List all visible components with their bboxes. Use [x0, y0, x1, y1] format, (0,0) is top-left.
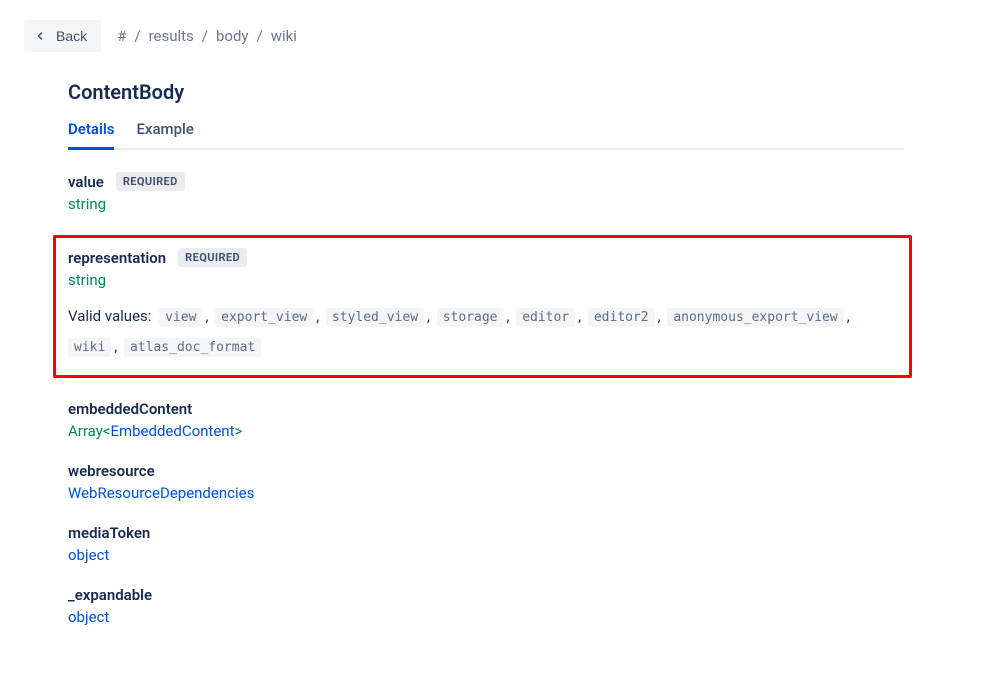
breadcrumb-item[interactable]: # — [117, 27, 126, 45]
valid-value-chip: wiki — [68, 338, 111, 357]
valid-values: Valid values: view, export_view, styled_… — [68, 301, 897, 361]
valid-value-chip: editor — [516, 308, 575, 327]
tab-details[interactable]: Details — [68, 120, 114, 150]
required-badge: REQUIRED — [116, 172, 185, 191]
property-name: webresource — [68, 462, 155, 480]
header-row: Back # / results / body / wiki — [24, 20, 975, 52]
valid-value-chip: editor2 — [588, 308, 655, 327]
valid-value-chip: atlas_doc_format — [124, 338, 261, 357]
property-type[interactable]: Array<EmbeddedContent> — [68, 422, 904, 440]
required-badge: REQUIRED — [178, 248, 247, 267]
property-name: representation — [68, 249, 166, 267]
chevron-left-icon — [34, 30, 46, 42]
property-_expandable: _expandableobject — [68, 586, 904, 626]
tab-example[interactable]: Example — [136, 120, 193, 150]
breadcrumb-separator: / — [134, 27, 140, 45]
property-webresource: webresource WebResourceDependencies — [68, 462, 904, 502]
back-button[interactable]: Back — [24, 20, 101, 52]
page-title: ContentBody — [68, 80, 904, 104]
property-header: mediaToken — [68, 524, 904, 542]
property-header: webresource — [68, 462, 904, 480]
valid-value-chip: export_view — [215, 308, 313, 327]
property-name: _expandable — [68, 586, 152, 604]
property-embeddedContent: embeddedContent Array<EmbeddedContent> — [68, 400, 904, 440]
property-header: representation REQUIRED — [68, 248, 897, 267]
property-name: value — [68, 173, 104, 191]
property-type[interactable]: WebResourceDependencies — [68, 484, 904, 502]
property-representation: representation REQUIRED string Valid values… — [53, 235, 912, 378]
back-button-label: Back — [56, 28, 87, 44]
property-type[interactable]: object — [68, 608, 904, 626]
property-name: mediaToken — [68, 524, 150, 542]
property-mediaToken: mediaToken object — [68, 524, 904, 564]
property-name: embeddedContent — [68, 400, 192, 418]
content-panel: ContentBody Details Example value REQUIRED… — [24, 80, 904, 626]
breadcrumb: # / results / body / wiki — [117, 27, 297, 45]
property-type[interactable]: object — [68, 546, 904, 564]
tabs: Details Example — [68, 120, 904, 150]
breadcrumb-separator: / — [202, 27, 208, 45]
breadcrumb-item[interactable]: body — [216, 27, 249, 45]
breadcrumb-separator: / — [257, 27, 263, 45]
valid-value-chip: styled_view — [326, 308, 424, 327]
property-type: string — [68, 195, 904, 213]
valid-values-label: Valid values: — [68, 307, 155, 325]
property-header: embeddedContent — [68, 400, 904, 418]
breadcrumb-item[interactable]: wiki — [271, 27, 297, 45]
valid-value-chip: storage — [437, 308, 504, 327]
properties-list: value REQUIRED string representation REQUIRE… — [68, 172, 904, 626]
property-header: value REQUIRED — [68, 172, 904, 191]
valid-value-chip: anonymous_export_view — [667, 308, 843, 327]
property-type: string — [68, 271, 897, 289]
property-value: value REQUIRED string — [68, 172, 904, 213]
breadcrumb-item[interactable]: results — [149, 27, 194, 45]
valid-value-chip: view — [159, 308, 202, 327]
property-header: _expandable — [68, 586, 904, 604]
